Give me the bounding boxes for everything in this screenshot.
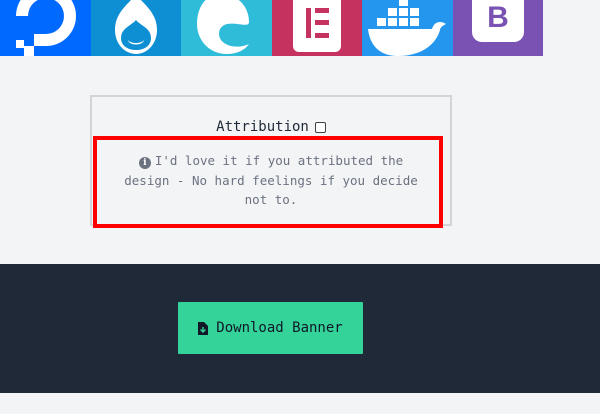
docker-tile[interactable] — [362, 0, 453, 56]
bootstrap-tile[interactable]: B — [452, 0, 543, 56]
attribution-checkbox[interactable] — [314, 121, 326, 133]
attribution-label: Attribution — [216, 119, 309, 135]
elementor-tile[interactable] — [271, 0, 362, 56]
download-banner-button[interactable]: Download Banner — [178, 302, 363, 354]
digitalocean-icon — [16, 0, 77, 56]
file-download-icon — [198, 321, 209, 335]
icon-strip: B — [0, 0, 543, 56]
download-banner-label: Download Banner — [216, 320, 343, 336]
docker-icon — [368, 0, 447, 56]
drupal-icon — [114, 0, 157, 54]
drupal-tile[interactable] — [90, 0, 181, 56]
download-section: Download Banner — [0, 264, 600, 393]
edge-icon — [197, 0, 250, 54]
attribution-note: i I'd love it if you attributed the desig… — [92, 151, 450, 210]
bootstrap-icon: B — [471, 0, 524, 42]
svg-text:B: B — [487, 1, 509, 34]
elementor-icon — [292, 0, 341, 52]
info-icon: i — [138, 157, 151, 169]
edge-tile[interactable] — [181, 0, 272, 56]
attribution-note-text: I'd love it if you attributed the design… — [124, 153, 418, 207]
attribution-card: Attribution i I'd love it if you attribut… — [90, 95, 452, 226]
attribution-row: Attribution — [92, 119, 450, 135]
digitalocean-tile[interactable] — [0, 0, 91, 56]
